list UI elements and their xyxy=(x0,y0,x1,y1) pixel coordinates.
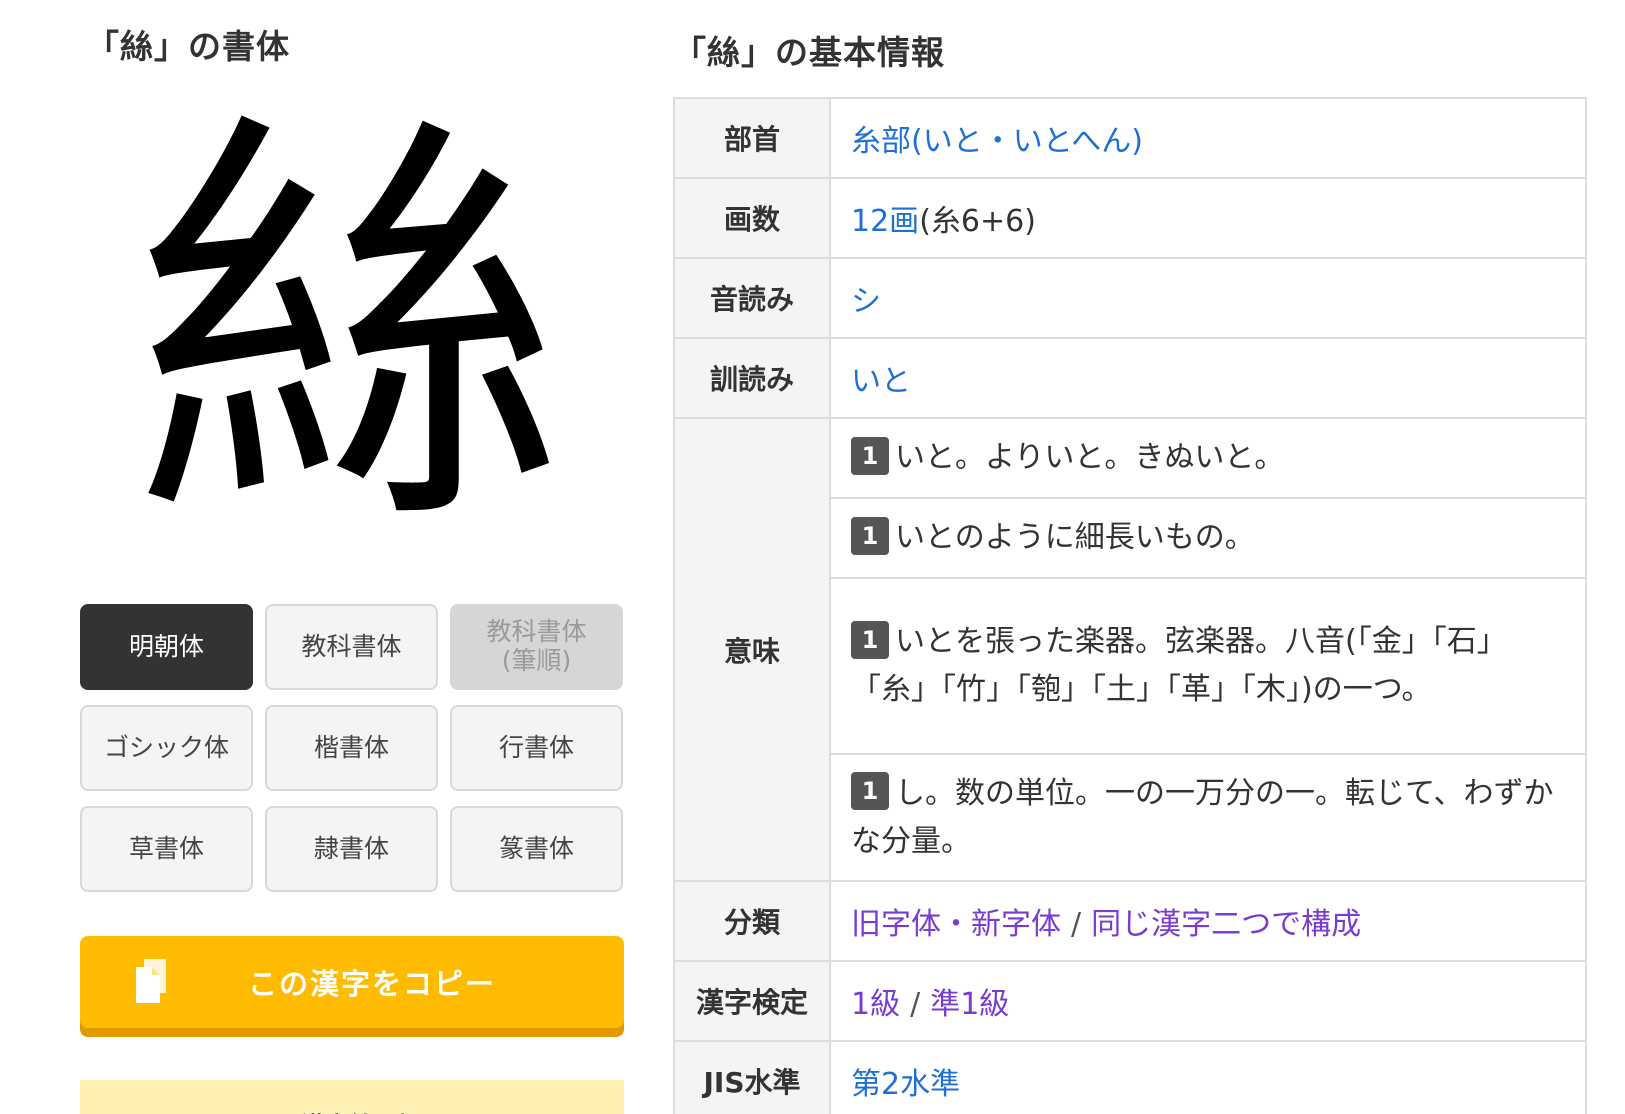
meaning-number-badge: 1 xyxy=(851,620,889,659)
row-header: 音読み xyxy=(673,257,831,339)
row-header: JIS水準 xyxy=(673,1040,831,1114)
separator: / xyxy=(1071,907,1082,942)
banner-label: NEW 漢字練習帳 xyxy=(230,1106,421,1114)
font-button-label: 篆書体 xyxy=(498,833,574,863)
font-button-mincho[interactable]: 明朝体 xyxy=(80,604,253,690)
font-button-label: 教科書体 xyxy=(486,617,587,647)
basic-info-table: 部首 糸部(いと・いとへん) 画数 12画(糸6+6) 音読み シ 訓読み いと… xyxy=(673,97,1587,1114)
table-row-radical: 部首 糸部(いと・いとへん) xyxy=(673,97,1587,179)
font-button-tensho[interactable]: 篆書体 xyxy=(450,806,623,892)
stroke-count-detail: (糸6+6) xyxy=(919,204,1036,239)
kanji-glyph-display: 絲 xyxy=(80,95,620,565)
row-header: 意味 xyxy=(673,417,831,882)
font-button-sosho[interactable]: 草書体 xyxy=(80,806,253,892)
meaning-number-badge: 1 xyxy=(851,436,889,475)
row-value: 1級 / 準1級 xyxy=(829,960,1587,1042)
row-value: いと xyxy=(829,337,1587,419)
row-header: 部首 xyxy=(673,97,831,179)
font-button-label: 草書体 xyxy=(128,833,204,863)
table-row-jis: JIS水準 第2水準 xyxy=(673,1040,1587,1114)
table-row-meaning: 意味 1 いと。よりいと。きぬいと。 xyxy=(673,417,1587,882)
copy-document-icon xyxy=(136,959,166,1003)
row-header: 漢字検定 xyxy=(673,960,831,1042)
kanji-practice-banner[interactable]: NEW 漢字練習帳 xyxy=(80,1080,624,1114)
row-value: 12画(糸6+6) xyxy=(829,177,1587,259)
category-link-old-new[interactable]: 旧字体・新字体 xyxy=(851,907,1061,942)
font-button-gyosho[interactable]: 行書体 xyxy=(450,705,623,791)
kun-reading-link[interactable]: いと xyxy=(851,364,911,399)
row-value: 旧字体・新字体 / 同じ漢字二つで構成 xyxy=(829,880,1587,962)
basic-info-title: 「絲」の基本情報 xyxy=(673,33,945,72)
row-header: 訓読み xyxy=(673,337,831,419)
font-button-label: 楷書体 xyxy=(313,732,389,762)
radical-link[interactable]: 糸部(いと・いとへん) xyxy=(851,124,1143,159)
font-button-kaisho[interactable]: 楷書体 xyxy=(265,705,438,791)
meaning-number-badge: 1 xyxy=(851,516,889,555)
kanji-glyph: 絲 xyxy=(135,80,565,580)
meaning-text: いと。よりいと。きぬいと。 xyxy=(895,440,1285,475)
row-header: 画数 xyxy=(673,177,831,259)
font-button-sublabel: (筆順) xyxy=(501,646,572,675)
row-value: シ xyxy=(829,257,1587,339)
meaning-item: 1 し。数の単位。一の一万分の一。転じて、わずかな分量。 xyxy=(829,753,1587,882)
row-value: 糸部(いと・いとへん) xyxy=(829,97,1587,179)
meaning-text: し。数の単位。一の一万分の一。転じて、わずかな分量。 xyxy=(851,775,1554,859)
font-button-label: 行書体 xyxy=(498,732,574,762)
table-row-category: 分類 旧字体・新字体 / 同じ漢字二つで構成 xyxy=(673,880,1587,962)
meaning-item: 1 いと。よりいと。きぬいと。 xyxy=(829,417,1587,499)
separator: / xyxy=(910,987,921,1022)
font-button-gothic[interactable]: ゴシック体 xyxy=(80,705,253,791)
font-button-reisho[interactable]: 隷書体 xyxy=(265,806,438,892)
on-reading-link[interactable]: シ xyxy=(851,284,881,319)
table-row-on-reading: 音読み シ xyxy=(673,257,1587,339)
stroke-count-link[interactable]: 12画 xyxy=(851,204,919,239)
category-link-pair[interactable]: 同じ漢字二つで構成 xyxy=(1091,907,1361,942)
font-button-label: ゴシック体 xyxy=(103,732,229,762)
meaning-item: 1 いとのように細長いもの。 xyxy=(829,497,1587,579)
font-button-kyokasho[interactable]: 教科書体 xyxy=(265,604,438,690)
font-style-title: 「絲」の書体 xyxy=(86,27,290,66)
meaning-item: 1 いとを張った楽器。弦楽器。八音(「金」「石」「糸」「竹」「匏」「土」「革」「木… xyxy=(829,577,1587,755)
meaning-text: いとを張った楽器。弦楽器。八音(「金」「石」「糸」「竹」「匏」「土」「革」「木」… xyxy=(851,624,1507,707)
row-header: 分類 xyxy=(673,880,831,962)
copy-kanji-button[interactable]: この漢字をコピー xyxy=(80,936,624,1028)
meaning-number-badge: 1 xyxy=(851,772,889,810)
row-value: 第2水準 xyxy=(829,1040,1587,1114)
font-button-label: 教科書体 xyxy=(301,631,402,661)
font-button-label: 隷書体 xyxy=(313,833,389,863)
table-row-stroke-count: 画数 12画(糸6+6) xyxy=(673,177,1587,259)
jis-level-link[interactable]: 第2水準 xyxy=(851,1067,960,1102)
kanken-link-jun1kyu[interactable]: 準1級 xyxy=(930,987,1009,1022)
font-style-selector: 明朝体 教科書体 教科書体 (筆順) ゴシック体 楷書体 行書体 草書体 隷書体… xyxy=(80,604,624,892)
font-button-kyokasho-stroke-order[interactable]: 教科書体 (筆順) xyxy=(450,604,623,690)
table-row-kanken: 漢字検定 1級 / 準1級 xyxy=(673,960,1587,1042)
kanken-link-1kyu[interactable]: 1級 xyxy=(851,987,900,1022)
meaning-text: いとのように細長いもの。 xyxy=(895,520,1255,555)
table-row-kun-reading: 訓読み いと xyxy=(673,337,1587,419)
font-button-label: 明朝体 xyxy=(128,631,204,661)
